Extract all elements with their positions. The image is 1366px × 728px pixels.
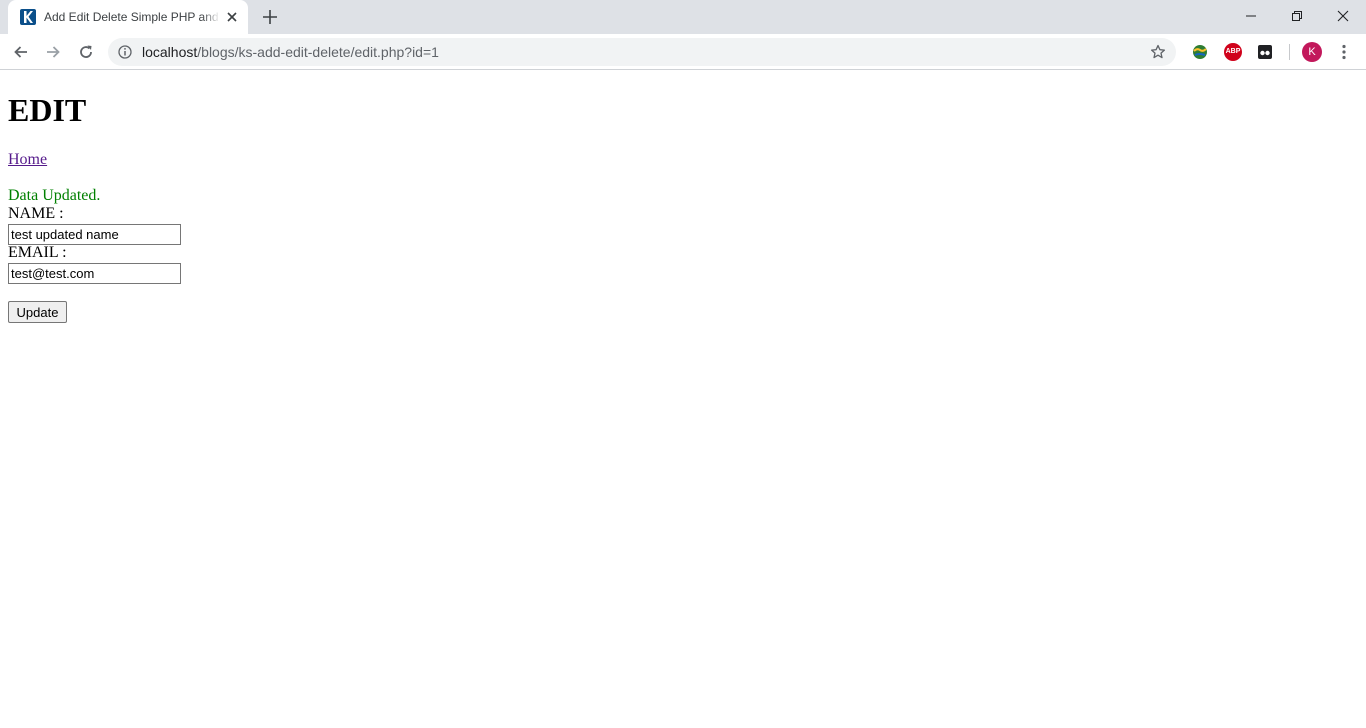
arrow-left-icon[interactable] (8, 39, 34, 65)
tab-title: Add Edit Delete Simple PHP and MySQL (44, 9, 220, 25)
name-input[interactable] (8, 224, 181, 245)
status-message: Data Updated. (8, 187, 101, 204)
reload-icon[interactable] (73, 39, 99, 65)
home-link[interactable]: Home (8, 151, 47, 169)
window-close-icon[interactable] (1320, 0, 1366, 32)
toolbar-divider (1289, 44, 1290, 60)
plus-icon[interactable] (259, 6, 281, 28)
info-icon[interactable] (118, 45, 132, 59)
extension-icon[interactable] (1256, 43, 1274, 61)
url-path: /blogs/ks-add-edit-delete/edit.php?id=1 (197, 44, 439, 60)
browser-tab[interactable]: Add Edit Delete Simple PHP and MySQL (8, 0, 248, 34)
tab-strip: Add Edit Delete Simple PHP and MySQL (0, 0, 1366, 34)
minimize-icon[interactable] (1228, 0, 1274, 32)
star-icon[interactable] (1150, 44, 1166, 60)
address-bar[interactable]: localhost/blogs/ks-add-edit-delete/edit.… (108, 38, 1176, 66)
name-label: NAME : (8, 205, 64, 222)
close-icon[interactable] (224, 9, 240, 25)
email-input[interactable] (8, 263, 181, 284)
page-title: EDIT (8, 92, 87, 128)
avatar[interactable]: K (1302, 42, 1322, 62)
adblock-icon[interactable]: ABP (1224, 43, 1242, 61)
globe-extension-icon[interactable] (1191, 43, 1209, 61)
url-host: localhost (142, 44, 198, 60)
arrow-right-icon[interactable] (40, 39, 66, 65)
browser-toolbar: localhost/blogs/ks-add-edit-delete/edit.… (0, 34, 1366, 70)
restore-icon[interactable] (1274, 0, 1320, 32)
k-logo-icon (20, 9, 36, 25)
update-button[interactable]: Update (8, 301, 67, 323)
kebab-menu-icon[interactable] (1334, 42, 1354, 62)
url-text[interactable]: localhost/blogs/ks-add-edit-delete/edit.… (142, 43, 439, 61)
page-content: EDIT Home Data Updated. NAME : EMAIL : U… (0, 71, 1366, 728)
email-label: EMAIL : (8, 244, 67, 261)
